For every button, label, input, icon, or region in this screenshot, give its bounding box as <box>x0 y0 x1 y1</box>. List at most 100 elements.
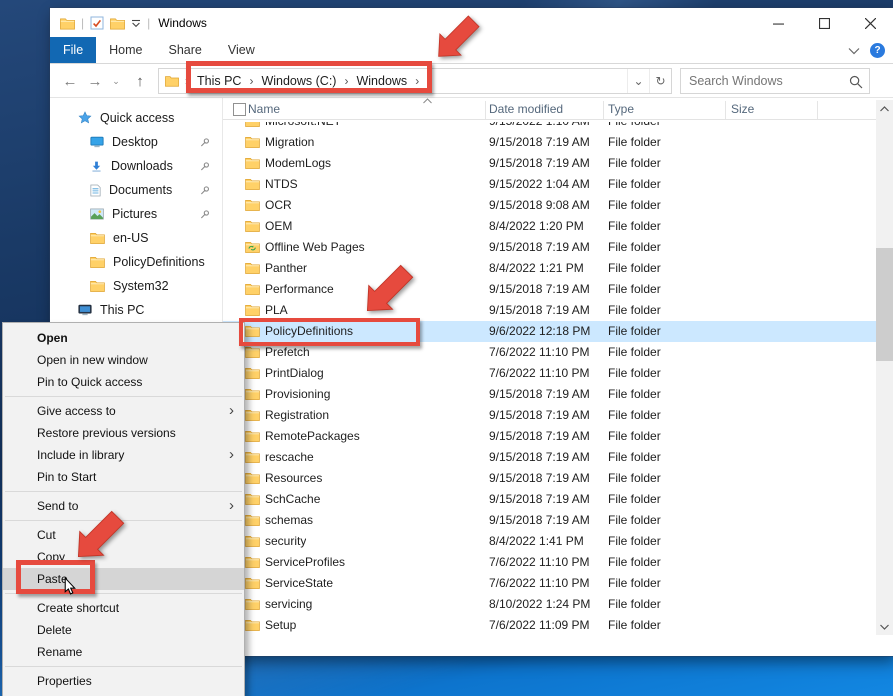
tab-share[interactable]: Share <box>156 37 215 63</box>
breadcrumb-segment-windows[interactable]: Windows <box>349 74 414 88</box>
file-type-cell: File folder <box>608 156 661 170</box>
menu-item-paste[interactable]: Paste <box>3 568 244 590</box>
file-name-cell: PolicyDefinitions <box>265 324 353 338</box>
sidebar-item-documents[interactable]: Documents <box>50 178 222 202</box>
menu-item-rename[interactable]: Rename <box>3 641 244 663</box>
file-row-remotepackages[interactable]: RemotePackages 9/15/2018 7:19 AM File fo… <box>223 426 876 447</box>
recent-locations-icon[interactable]: ⌄ <box>108 69 124 93</box>
file-row-serviceprofiles[interactable]: ServiceProfiles 7/6/2022 11:10 PM File f… <box>223 552 876 573</box>
file-row-provisioning[interactable]: Provisioning 9/15/2018 7:19 AM File fold… <box>223 384 876 405</box>
file-row-rescache[interactable]: rescache 9/15/2018 7:19 AM File folder <box>223 447 876 468</box>
file-row-schemas[interactable]: schemas 9/15/2018 7:19 AM File folder <box>223 510 876 531</box>
date-modified-cell: 9/15/2018 7:19 AM <box>489 240 590 254</box>
menu-item-pin-to-start[interactable]: Pin to Start <box>3 466 244 488</box>
file-row-policydefinitions[interactable]: PolicyDefinitions 9/6/2022 12:18 PM File… <box>223 321 876 342</box>
scroll-down-icon[interactable] <box>876 618 893 635</box>
file-row-ntds[interactable]: NTDS 9/15/2022 1:04 AM File folder <box>223 174 876 195</box>
column-header-name[interactable]: Name <box>248 102 280 116</box>
title-bar: | | Windows <box>50 8 893 38</box>
column-resize-handle[interactable] <box>603 101 604 119</box>
folder-icon <box>245 283 260 295</box>
breadcrumb-segment-this-pc[interactable]: This PC <box>190 74 248 88</box>
address-bar[interactable]: › This PC›Windows (C:)›Windows› ⌄ ↻ <box>158 68 672 94</box>
help-icon[interactable]: ? <box>870 43 885 58</box>
file-row-resources[interactable]: Resources 9/15/2018 7:19 AM File folder <box>223 468 876 489</box>
file-row-offline-web-pages[interactable]: Offline Web Pages 9/15/2018 7:19 AM File… <box>223 237 876 258</box>
file-row-servicestate[interactable]: ServiceState 7/6/2022 11:10 PM File fold… <box>223 573 876 594</box>
menu-item-give-access-to[interactable]: Give access to › <box>3 400 244 422</box>
search-icon[interactable] <box>849 75 863 89</box>
file-row-setup[interactable]: Setup 7/6/2022 11:09 PM File folder <box>223 615 876 635</box>
sidebar-item-this-pc[interactable]: This PC <box>50 298 222 322</box>
qat-customize-icon[interactable] <box>131 19 141 28</box>
maximize-button[interactable] <box>801 8 847 38</box>
breadcrumb-segment-windows-c-[interactable]: Windows (C:) <box>254 74 343 88</box>
scrollbar-thumb[interactable] <box>876 248 893 361</box>
refresh-icon[interactable]: ↻ <box>649 69 671 93</box>
close-button[interactable] <box>847 8 893 38</box>
file-row-oem[interactable]: OEM 8/4/2022 1:20 PM File folder <box>223 216 876 237</box>
date-modified-cell: 9/15/2022 1:10 AM <box>489 122 590 128</box>
file-row-panther[interactable]: Panther 8/4/2022 1:21 PM File folder <box>223 258 876 279</box>
column-resize-handle[interactable] <box>725 101 726 119</box>
file-row-pla[interactable]: PLA 9/15/2018 7:19 AM File folder <box>223 300 876 321</box>
expand-ribbon-icon[interactable] <box>848 47 860 55</box>
file-row-servicing[interactable]: servicing 8/10/2022 1:24 PM File folder <box>223 594 876 615</box>
folder-icon <box>245 430 260 442</box>
menu-item-delete[interactable]: Delete <box>3 619 244 641</box>
menu-item-include-in-library[interactable]: Include in library › <box>3 444 244 466</box>
select-all-checkbox[interactable] <box>233 103 246 116</box>
column-header-date-modified[interactable]: Date modified <box>489 102 563 116</box>
sidebar-item-label: PolicyDefinitions <box>113 255 205 269</box>
menu-item-open[interactable]: Open <box>3 327 244 349</box>
sidebar-item-quick-access[interactable]: Quick access <box>50 106 222 130</box>
menu-item-properties[interactable]: Properties <box>3 670 244 692</box>
file-row-performance[interactable]: Performance 9/15/2018 7:19 AM File folde… <box>223 279 876 300</box>
file-row-registration[interactable]: Registration 9/15/2018 7:19 AM File fold… <box>223 405 876 426</box>
vertical-scrollbar[interactable] <box>876 100 893 635</box>
file-row-migration[interactable]: Migration 9/15/2018 7:19 AM File folder <box>223 132 876 153</box>
column-resize-handle[interactable] <box>485 101 486 119</box>
sidebar-item-desktop[interactable]: Desktop <box>50 130 222 154</box>
scroll-up-icon[interactable] <box>876 100 893 117</box>
sidebar-item-label: Desktop <box>112 135 158 149</box>
file-type-cell: File folder <box>608 429 661 443</box>
column-header-type[interactable]: Type <box>608 102 634 116</box>
column-resize-handle[interactable] <box>817 101 818 119</box>
up-button[interactable]: ↑ <box>128 69 152 93</box>
tab-view[interactable]: View <box>215 37 268 63</box>
back-button[interactable]: ← <box>58 69 82 93</box>
file-row-modemlogs[interactable]: ModemLogs 9/15/2018 7:19 AM File folder <box>223 153 876 174</box>
file-row-prefetch[interactable]: Prefetch 7/6/2022 11:10 PM File folder <box>223 342 876 363</box>
menu-item-cut[interactable]: Cut <box>3 524 244 546</box>
sidebar-item-policydefinitions[interactable]: PolicyDefinitions <box>50 250 222 274</box>
file-row-security[interactable]: security 8/4/2022 1:41 PM File folder <box>223 531 876 552</box>
breadcrumb: This PC›Windows (C:)›Windows› <box>190 69 420 93</box>
file-row-schcache[interactable]: SchCache 9/15/2018 7:19 AM File folder <box>223 489 876 510</box>
tab-file[interactable]: File <box>50 37 96 63</box>
menu-item-copy[interactable]: Copy <box>3 546 244 568</box>
date-modified-cell: 8/4/2022 1:21 PM <box>489 261 584 275</box>
column-header-size[interactable]: Size <box>731 102 754 116</box>
address-dropdown-icon[interactable]: ⌄ <box>627 69 649 93</box>
menu-item-open-in-new-window[interactable]: Open in new window <box>3 349 244 371</box>
menu-item-create-shortcut[interactable]: Create shortcut <box>3 597 244 619</box>
file-row-microsoft-net[interactable]: Microsoft.NET 9/15/2022 1:10 AM File fol… <box>223 122 876 132</box>
file-type-cell: File folder <box>608 471 661 485</box>
file-row-ocr[interactable]: OCR 9/15/2018 9:08 AM File folder <box>223 195 876 216</box>
menu-item-pin-to-quick-access[interactable]: Pin to Quick access <box>3 371 244 393</box>
menu-item-send-to[interactable]: Send to › <box>3 495 244 517</box>
properties-check-icon[interactable] <box>90 16 104 30</box>
forward-button[interactable]: → <box>83 69 107 93</box>
sidebar-item-pictures[interactable]: Pictures <box>50 202 222 226</box>
new-folder-icon[interactable] <box>110 17 125 30</box>
minimize-button[interactable] <box>755 8 801 38</box>
tab-home[interactable]: Home <box>96 37 155 63</box>
file-name-cell: rescache <box>265 450 314 464</box>
sidebar-item-system32[interactable]: System32 <box>50 274 222 298</box>
menu-item-restore-previous-versions[interactable]: Restore previous versions <box>3 422 244 444</box>
file-row-printdialog[interactable]: PrintDialog 7/6/2022 11:10 PM File folde… <box>223 363 876 384</box>
search-input[interactable] <box>681 69 869 93</box>
sidebar-item-downloads[interactable]: Downloads <box>50 154 222 178</box>
sidebar-item-en-us[interactable]: en-US <box>50 226 222 250</box>
